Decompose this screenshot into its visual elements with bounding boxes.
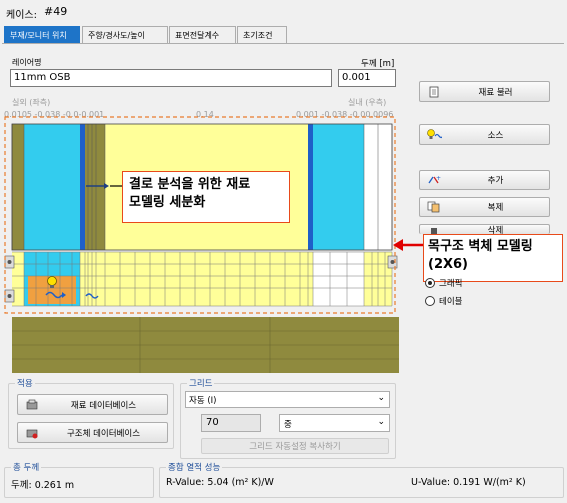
wall-callout-arrow	[393, 239, 423, 251]
copy-grid-settings-button[interactable]: 그리드 자동설정 복사하기	[201, 438, 389, 454]
u-value: U-Value: 0.191 W/(m² K)	[411, 477, 526, 488]
wall-callout-line2: (2X6)	[428, 257, 468, 272]
document-icon	[426, 85, 442, 99]
radio-unselected-icon	[425, 296, 435, 306]
grid-mode-select[interactable]: 자동 (I) ⌄	[185, 391, 390, 408]
view-table-label: 테이블	[439, 297, 463, 307]
view-graphic-label: 그래픽	[439, 279, 463, 289]
layer-membrane-left	[80, 124, 85, 250]
assembly-database-button[interactable]: 구조체 데이터베이스	[17, 422, 168, 443]
view-graphic-radio[interactable]: 그래픽	[425, 277, 462, 289]
layer-membrane-right	[308, 124, 313, 250]
chevron-down-icon: ⌄	[377, 393, 385, 403]
svg-text:+: +	[436, 175, 441, 182]
source-button[interactable]: 소스	[419, 124, 550, 145]
thermal-performance-group: 종합 열적 성능 R-Value: 5.04 (m² K)/W U-Value:…	[159, 461, 564, 498]
material-db-icon	[24, 398, 40, 412]
boundary-left-lower-icon	[4, 289, 15, 303]
delete-icon	[426, 225, 442, 234]
chevron-down-icon: ⌄	[377, 417, 385, 427]
radio-selected-icon	[425, 278, 435, 288]
view-table-radio[interactable]: 테이블	[425, 295, 462, 307]
load-material-button[interactable]: 재료 불러	[419, 81, 550, 102]
boundary-left-icon	[4, 255, 15, 269]
layer-insulation-exterior	[24, 124, 80, 250]
wall-callout-line1: 목구조 벽체 모델링	[428, 239, 533, 254]
layer-wood-left	[12, 124, 24, 250]
total-thickness-group: 총 두께 두께: 0.261 m	[4, 461, 154, 498]
wall-callout-box: 목구조 벽체 모델링 (2X6)	[423, 234, 563, 282]
duplicate-button[interactable]: 복제	[419, 197, 550, 217]
apply-group-title: 적용	[15, 377, 35, 389]
layer-insulation-interior	[313, 124, 364, 250]
grid-group-title: 그리드	[187, 377, 215, 389]
total-thickness-value: 두께: 0.261 m	[11, 480, 75, 491]
duplicate-icon	[426, 200, 442, 214]
mesh-callout-line1: 결로 분석을 위한 재료	[129, 177, 251, 192]
add-layer-icon: +	[426, 173, 442, 187]
material-database-button[interactable]: 재료 데이터베이스	[17, 394, 168, 415]
boundary-right-icon	[387, 255, 398, 269]
grid-count-input[interactable]: 70	[201, 414, 261, 432]
delete-button[interactable]: 삭제	[419, 224, 550, 234]
assembly-db-icon	[24, 426, 40, 440]
bulb-source-icon	[426, 128, 442, 142]
r-value: R-Value: 5.04 (m² K)/W	[166, 477, 274, 488]
grid-density-select[interactable]: 중 ⌄	[279, 414, 390, 432]
mesh-grid	[12, 251, 393, 307]
wood-base	[12, 317, 399, 373]
total-thickness-title: 총 두께	[11, 461, 42, 473]
mesh-callout-box: 결로 분석을 위한 재료 모델링 세분화	[122, 171, 290, 223]
add-button[interactable]: + 추가	[419, 170, 550, 190]
thermal-performance-title: 종합 열적 성능	[166, 461, 223, 473]
mesh-callout-line2: 모델링 세분화	[129, 195, 206, 210]
mesh-interior-zone	[313, 252, 364, 306]
